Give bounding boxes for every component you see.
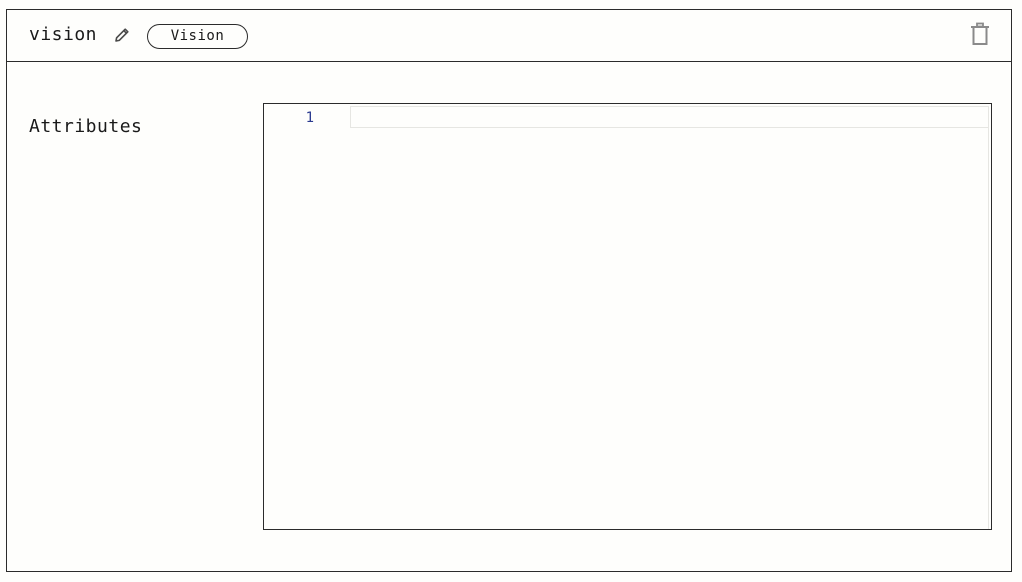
attributes-code-editor[interactable]: 1 (263, 103, 992, 530)
editor-gutter: 1 (264, 104, 350, 529)
entity-panel: vision Vision Attributes 1 (6, 9, 1012, 572)
line-number: 1 (305, 110, 314, 126)
pencil-icon[interactable] (113, 26, 131, 44)
attributes-label: Attributes (29, 116, 143, 137)
panel-header: vision Vision (7, 10, 1011, 62)
type-badge: Vision (147, 24, 248, 49)
editor-active-line[interactable] (350, 106, 989, 128)
editor-scroll-edge (988, 128, 989, 529)
trash-icon[interactable] (969, 22, 991, 46)
entity-title: vision (29, 24, 98, 45)
